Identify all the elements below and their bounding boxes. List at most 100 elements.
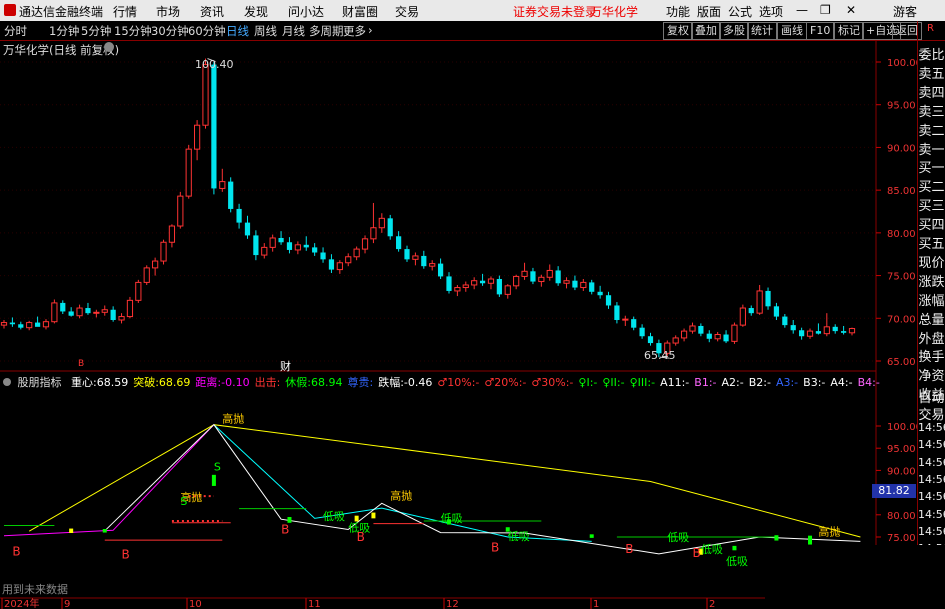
menu-gongshi[interactable]: 公式: [728, 3, 752, 20]
candle-body: [261, 246, 268, 256]
tab-30min[interactable]: 30分钟: [151, 23, 189, 39]
candle-body: [42, 321, 50, 328]
candle-body: [404, 249, 410, 260]
menu-faxian[interactable]: 发现: [244, 3, 268, 20]
chart-area[interactable]: 65.00 70.00 75.00 80.00 85.00 90.00 95.00 100.0…: [0, 40, 917, 609]
tab-daily[interactable]: 日线: [226, 23, 249, 39]
candle-body: [294, 244, 301, 251]
tongji-button[interactable]: 统计: [747, 22, 777, 40]
low-buy-label: 低吸: [323, 510, 345, 523]
candle-body: [110, 309, 116, 320]
huaxian-button[interactable]: 画线: [777, 22, 807, 40]
quote-row-label[interactable]: 买四: [918, 214, 945, 233]
menu-zixun[interactable]: 资讯: [200, 3, 224, 20]
signal-bar: [589, 534, 594, 538]
candle-body: [546, 269, 553, 278]
quote-row-label[interactable]: 外盘: [918, 328, 945, 347]
fuquan-button[interactable]: 复权: [663, 22, 693, 40]
app-logo-icon: [4, 4, 16, 16]
quote-row-label[interactable]: 买一: [918, 157, 945, 176]
indicator-field: 重心:68.59: [71, 376, 129, 389]
tab-60min[interactable]: 60分钟: [188, 23, 226, 39]
candle-body: [639, 327, 645, 337]
chevron-right-icon[interactable]: ›: [368, 23, 373, 37]
stock-name-title: 万华化学: [590, 5, 639, 19]
tab-multi-period[interactable]: 多周期: [309, 23, 344, 39]
quote-row-label[interactable]: 涨跌: [918, 271, 945, 290]
quote-row-label[interactable]: 卖四: [918, 82, 945, 101]
quote-row-label[interactable]: 现价: [918, 252, 945, 271]
restore-icon[interactable]: ❐: [820, 3, 831, 17]
menu-wenxiaoda[interactable]: 问小达: [288, 3, 324, 20]
quote-row-label[interactable]: 涨幅: [918, 290, 945, 309]
diejia-button[interactable]: 叠加: [691, 22, 721, 40]
tab-weekly[interactable]: 周线: [254, 23, 277, 39]
tab-5min[interactable]: 5分钟: [81, 23, 111, 39]
y-tick-label: 85.00: [887, 186, 916, 197]
tab-1min[interactable]: 1分钟: [49, 23, 79, 39]
f10-button[interactable]: F10: [806, 22, 835, 40]
main-candles[interactable]: [0, 58, 856, 358]
menu-shichang[interactable]: 市场: [156, 3, 180, 20]
quote-row-label[interactable]: 买五: [918, 233, 945, 252]
menu-hangqing[interactable]: 行情: [113, 3, 137, 20]
tab-15min[interactable]: 15分钟: [114, 23, 152, 39]
menu-caifuquan[interactable]: 财富圈: [342, 3, 378, 20]
candle-body: [605, 295, 612, 306]
candle-body: [521, 270, 528, 277]
signal-bar: [211, 474, 216, 486]
login-notice[interactable]: 证券交易未登录: [513, 3, 597, 20]
quote-row-label[interactable]: 卖三: [918, 101, 945, 120]
tab-fenshi[interactable]: 分时: [4, 23, 27, 39]
candle-body: [118, 316, 125, 321]
quote-row-label[interactable]: 卖五: [918, 63, 945, 82]
indicator-title: 股朋指标: [17, 376, 62, 389]
candle-body: [152, 260, 159, 269]
candle-body: [471, 280, 478, 286]
quote-row-label[interactable]: 总量: [918, 309, 945, 328]
candle-body: [841, 331, 847, 333]
tick-time: 14:56: [918, 490, 945, 504]
candle-body: [437, 263, 444, 277]
candle-body: [51, 302, 58, 323]
candle-body: [806, 330, 814, 337]
biaoji-button[interactable]: 标记: [834, 22, 864, 40]
guest-label[interactable]: 游客: [893, 3, 917, 20]
tab-monthly[interactable]: 月线: [282, 23, 305, 39]
duogu-button[interactable]: 多股: [719, 22, 749, 40]
candle-body: [269, 237, 276, 248]
high-sell-label: 高抛: [818, 525, 840, 539]
menu-gongneng[interactable]: 功能: [666, 3, 690, 20]
tab-more[interactable]: 更多: [343, 23, 366, 39]
candle-body: [832, 326, 838, 332]
quote-row-label[interactable]: 净资: [918, 365, 945, 384]
indicator-toggle-icon[interactable]: [3, 378, 11, 386]
indicator-field: 突破:68.69: [133, 376, 191, 389]
minimize-icon[interactable]: —: [796, 3, 808, 17]
quote-row-label[interactable]: 卖一: [918, 139, 945, 158]
menu-jiaoyi[interactable]: 交易: [395, 3, 419, 20]
high-price-label: 100.40: [195, 58, 234, 71]
y-tick-label: 90.00: [887, 143, 916, 154]
sell-signal: S: [214, 460, 221, 473]
quote-row-label[interactable]: 换手: [918, 346, 945, 365]
candle-body: [799, 330, 805, 337]
indicator-field: ♂20%:-: [484, 376, 527, 389]
low-buy-label: 低吸: [701, 543, 723, 556]
menu-banmian[interactable]: 版面: [697, 3, 721, 20]
candle-body: [714, 334, 721, 340]
quote-row-label[interactable]: 买二: [918, 176, 945, 195]
quote-row-label[interactable]: 卖二: [918, 120, 945, 139]
candle-body: [396, 236, 402, 250]
settings-gear-icon[interactable]: [104, 42, 114, 52]
close-icon[interactable]: ✕: [846, 3, 856, 17]
candle-body: [353, 248, 360, 258]
quote-row-label[interactable]: 买三: [918, 195, 945, 214]
quote-row-label[interactable]: 委比: [918, 44, 945, 63]
menu-xuanxiang[interactable]: 选项: [759, 3, 783, 20]
low-price-label: 65.45: [644, 349, 676, 362]
signal-bar: [102, 529, 107, 533]
low-buy-label: 低吸: [667, 531, 689, 544]
y-tick-label: 80.00: [887, 511, 916, 522]
candle-body: [126, 299, 134, 318]
